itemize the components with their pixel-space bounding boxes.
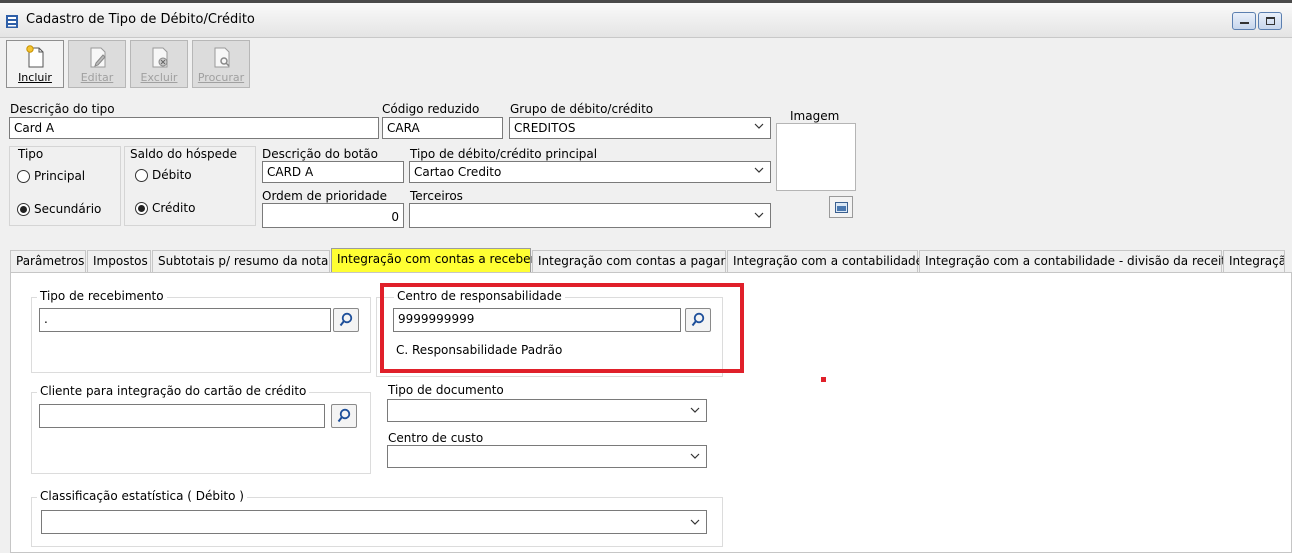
classificacao-select[interactable] — [41, 510, 707, 534]
tipo-principal-label: Principal — [34, 169, 86, 183]
ordem-input[interactable]: 0 — [262, 203, 404, 228]
chevron-down-icon — [754, 212, 764, 218]
tipo-principal-field-label: Tipo de débito/crédito principal — [410, 147, 598, 161]
codigo-reduzido-input[interactable]: CARA — [382, 117, 503, 139]
imagem-label: Imagem — [790, 109, 840, 123]
cliente-search-button[interactable] — [331, 404, 357, 428]
window-titlebar: Cadastro de Tipo de Débito/Crédito — [0, 0, 1292, 38]
tab-contas-receber[interactable]: Integração com contas a receber — [331, 248, 536, 272]
centro-custo-label: Centro de custo — [388, 431, 484, 445]
new-document-icon — [26, 45, 44, 68]
image-select-button[interactable] — [829, 196, 853, 218]
radio-selected-icon — [17, 202, 30, 216]
annotation-dot — [821, 377, 826, 382]
centro-custo-select[interactable] — [387, 445, 707, 468]
tipo-documento-select[interactable] — [387, 399, 707, 422]
image-preview — [776, 123, 856, 191]
saldo-debito-radio[interactable]: Débito — [135, 168, 192, 182]
saldo-debito-label: Débito — [152, 168, 192, 182]
saldo-credito-label: Crédito — [152, 201, 196, 215]
saldo-label: Saldo do hóspede — [130, 147, 238, 161]
procurar-label: Procurar — [197, 71, 245, 84]
codigo-reduzido-label: Código reduzido — [382, 102, 480, 116]
chevron-down-icon — [690, 407, 700, 413]
annotation-highlight-box — [380, 283, 744, 373]
tipo-principal-radio[interactable]: Principal — [17, 169, 85, 183]
minimize-button[interactable] — [1232, 12, 1256, 30]
tab-contabilidade[interactable]: Integração com a contabilidade — [727, 250, 923, 272]
search-icon — [337, 408, 351, 423]
incluir-label: Incluir — [18, 71, 52, 84]
chevron-down-icon — [754, 167, 764, 173]
tipo-recebimento-label: Tipo de recebimento — [37, 289, 167, 303]
descricao-botao-input[interactable]: CARD A — [262, 161, 404, 183]
chevron-down-icon — [690, 453, 700, 459]
grupo-value: CREDITOS — [514, 121, 576, 135]
tipo-principal-value: Cartao Credito — [414, 165, 502, 179]
cliente-label: Cliente para integração do cartão de cré… — [37, 384, 310, 398]
ordem-label: Ordem de prioridade — [262, 189, 387, 203]
tipo-label: Tipo — [18, 147, 44, 161]
header-form: Descrição do tipo Card A Código reduzido… — [6, 98, 1292, 240]
tab-integracao-more[interactable]: Integraçã — [1223, 250, 1285, 272]
radio-selected-icon — [135, 201, 148, 215]
tab-parametros[interactable]: Parâmetros — [10, 250, 86, 272]
radio-unselected-icon — [135, 168, 148, 182]
tab-strip: Parâmetros Impostos Subtotais p/ resumo … — [10, 248, 1292, 272]
chevron-down-icon — [690, 519, 700, 525]
tipo-principal-select[interactable]: Cartao Credito — [409, 161, 771, 183]
classificacao-label: Classificação estatística ( Débito ) — [37, 489, 247, 503]
procurar-button[interactable]: Procurar — [192, 40, 250, 88]
radio-unselected-icon — [17, 169, 30, 183]
search-icon — [339, 312, 353, 327]
tab-subtotais[interactable]: Subtotais p/ resumo da nota — [152, 250, 330, 272]
tab-contabilidade-divisao[interactable]: Integração com a contabilidade - divisão… — [919, 250, 1233, 272]
excluir-label: Excluir — [140, 71, 178, 84]
terceiros-select[interactable] — [409, 203, 771, 228]
tab-impostos[interactable]: Impostos — [87, 250, 151, 272]
app-icon — [6, 15, 18, 28]
tipo-documento-label: Tipo de documento — [388, 383, 504, 397]
descricao-tipo-input[interactable]: Card A — [9, 117, 379, 139]
descricao-botao-label: Descrição do botão — [262, 147, 378, 161]
maximize-button[interactable] — [1258, 12, 1282, 30]
editar-label: Editar — [80, 71, 114, 84]
editar-button[interactable]: Editar — [68, 40, 126, 88]
tipo-recebimento-input[interactable]: . — [39, 308, 331, 332]
picture-icon — [835, 202, 848, 213]
grupo-select[interactable]: CREDITOS — [509, 117, 771, 139]
tab-panel-contas-receber: Tipo de recebimento . Centro de responsa… — [10, 272, 1292, 553]
tipo-recebimento-search-button[interactable] — [333, 308, 359, 332]
descricao-tipo-label: Descrição do tipo — [10, 102, 115, 116]
incluir-button[interactable]: Incluir — [6, 40, 64, 88]
saldo-credito-radio[interactable]: Crédito — [135, 201, 195, 215]
terceiros-label: Terceiros — [410, 189, 463, 203]
edit-document-icon — [90, 47, 106, 68]
grupo-label: Grupo de débito/crédito — [510, 102, 654, 116]
cliente-input[interactable] — [39, 404, 325, 428]
delete-document-icon — [152, 47, 168, 68]
tipo-secundario-radio[interactable]: Secundário — [17, 202, 101, 216]
chevron-down-icon — [754, 123, 764, 129]
search-document-icon — [214, 47, 230, 68]
excluir-button[interactable]: Excluir — [130, 40, 188, 88]
tab-contas-pagar[interactable]: Integração com contas a pagar — [532, 250, 726, 272]
window-title: Cadastro de Tipo de Débito/Crédito — [26, 12, 255, 27]
tipo-secundario-label: Secundário — [34, 202, 102, 216]
